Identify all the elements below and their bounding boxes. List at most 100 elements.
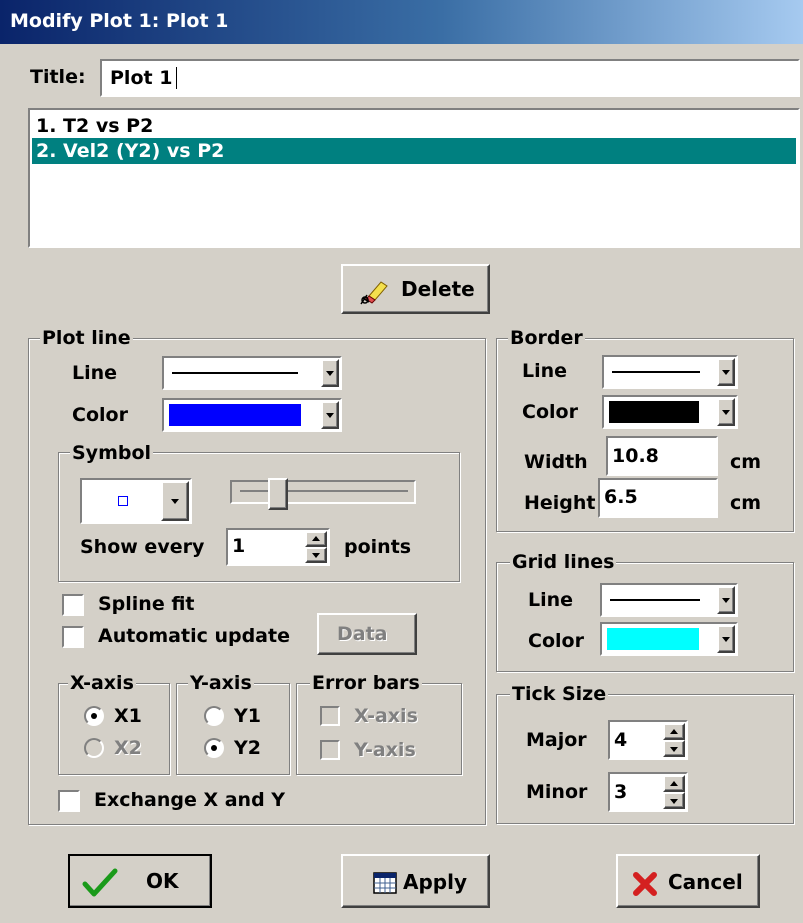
- stepper-up-button[interactable]: [305, 531, 327, 547]
- chevron-down-icon: [326, 413, 334, 418]
- error-x-checkbox[interactable]: [320, 706, 340, 726]
- x-axis-legend: X-axis: [68, 672, 136, 694]
- slider-track: [240, 490, 408, 492]
- plot-list[interactable]: 1. T2 vs P2 2. Vel2 (Y2) vs P2: [28, 108, 800, 248]
- delete-button-label: Delete: [401, 277, 475, 301]
- tick-major-stepper[interactable]: 4: [608, 720, 688, 760]
- chevron-down-icon: [670, 746, 678, 752]
- dropdown-button[interactable]: [717, 398, 735, 426]
- show-every-value: 1: [232, 535, 246, 557]
- x2-radio[interactable]: [84, 738, 104, 758]
- symbol-select[interactable]: [80, 478, 192, 524]
- plot-line-line-label: Line: [72, 362, 118, 384]
- chevron-down-icon: [670, 798, 678, 804]
- chevron-down-icon: [722, 637, 730, 642]
- x2-label: X2: [114, 737, 142, 759]
- grid-line-label: Line: [528, 589, 574, 611]
- plot-line-style-select[interactable]: [162, 356, 342, 390]
- checkmark-icon: [82, 868, 118, 897]
- line-style-preview: [610, 599, 700, 601]
- border-height-label: Height: [524, 492, 596, 514]
- symbol-legend: Symbol: [70, 442, 154, 464]
- border-color-select[interactable]: [602, 395, 738, 429]
- dropdown-button[interactable]: [321, 401, 339, 429]
- points-label: points: [344, 536, 412, 558]
- calendar-icon: [373, 872, 397, 894]
- cancel-button[interactable]: Cancel: [616, 854, 760, 908]
- radio-dot: [211, 745, 217, 751]
- grid-line-select[interactable]: [600, 583, 738, 617]
- y1-radio[interactable]: [204, 706, 224, 726]
- y2-radio[interactable]: [204, 738, 224, 758]
- border-width-input[interactable]: 10.8: [606, 436, 718, 476]
- line-style-preview: [612, 371, 700, 373]
- chevron-up-icon: [670, 780, 678, 786]
- list-item-label: 2. Vel2 (Y2) vs P2: [36, 140, 225, 162]
- line-style-preview: [172, 372, 298, 374]
- stepper-down-button[interactable]: [663, 740, 685, 757]
- list-item-label: 1. T2 vs P2: [36, 115, 154, 137]
- y-axis-group: [176, 683, 290, 775]
- list-item[interactable]: 1. T2 vs P2: [32, 114, 796, 138]
- chevron-up-icon: [312, 536, 320, 541]
- slider-thumb[interactable]: [268, 478, 288, 510]
- show-every-stepper[interactable]: 1: [226, 528, 330, 566]
- title-input[interactable]: Plot 1: [100, 59, 800, 97]
- exchange-xy-label: Exchange X and Y: [94, 789, 286, 811]
- error-y-checkbox[interactable]: [320, 740, 340, 760]
- border-legend: Border: [508, 327, 585, 349]
- title-label: Title:: [30, 66, 86, 88]
- border-width-unit: cm: [730, 451, 762, 473]
- list-item-selected[interactable]: 2. Vel2 (Y2) vs P2: [32, 138, 796, 164]
- tick-major-label: Major: [526, 729, 587, 751]
- apply-button[interactable]: Apply: [341, 854, 490, 908]
- automatic-update-checkbox[interactable]: [62, 626, 84, 648]
- ok-button-label: OK: [146, 869, 179, 893]
- tick-size-legend: Tick Size: [510, 683, 609, 705]
- data-button-label: Data: [337, 623, 388, 645]
- chevron-down-icon: [722, 410, 730, 415]
- tick-major-value: 4: [614, 729, 628, 751]
- tick-minor-stepper[interactable]: 3: [608, 772, 688, 812]
- dropdown-button[interactable]: [321, 359, 339, 387]
- dropdown-button[interactable]: [717, 358, 735, 386]
- data-button[interactable]: Data: [317, 613, 417, 655]
- border-height-value: 6.5: [604, 486, 638, 508]
- dropdown-button[interactable]: [161, 481, 189, 521]
- error-bars-legend: Error bars: [310, 672, 422, 694]
- dropdown-button[interactable]: [717, 625, 735, 653]
- dropdown-button[interactable]: [717, 586, 735, 614]
- border-height-input[interactable]: 6.5: [598, 478, 718, 518]
- x1-label: X1: [114, 705, 142, 727]
- grid-color-select[interactable]: [600, 622, 738, 656]
- delete-button[interactable]: Delete: [341, 264, 490, 314]
- x-axis-group: [58, 683, 170, 775]
- border-width-value: 10.8: [612, 445, 659, 467]
- stepper-up-button[interactable]: [663, 775, 685, 792]
- color-swatch: [169, 404, 301, 426]
- chevron-down-icon: [312, 553, 320, 558]
- tick-minor-value: 3: [614, 781, 628, 803]
- stepper-up-button[interactable]: [663, 723, 685, 740]
- title-bar: Modify Plot 1: Plot 1: [0, 0, 803, 44]
- stepper-down-button[interactable]: [305, 547, 327, 563]
- title-input-value: Plot 1: [110, 67, 173, 89]
- chevron-down-icon: [171, 499, 179, 504]
- radio-dot: [91, 713, 97, 719]
- chevron-down-icon: [722, 370, 730, 375]
- border-line-select[interactable]: [602, 355, 738, 389]
- color-swatch: [609, 401, 699, 423]
- grid-lines-legend: Grid lines: [510, 551, 617, 573]
- error-x-label: X-axis: [354, 705, 418, 727]
- exchange-xy-checkbox[interactable]: [58, 790, 80, 812]
- spline-fit-checkbox[interactable]: [62, 594, 84, 616]
- stepper-down-button[interactable]: [663, 792, 685, 809]
- square-symbol-icon: [118, 496, 128, 506]
- color-swatch: [607, 628, 699, 650]
- symbol-size-slider[interactable]: [230, 480, 416, 504]
- plot-line-color-select[interactable]: [162, 398, 342, 432]
- x1-radio[interactable]: [84, 706, 104, 726]
- window-title: Modify Plot 1: Plot 1: [10, 10, 229, 32]
- grid-color-label: Color: [528, 630, 584, 652]
- ok-button[interactable]: OK: [68, 854, 212, 908]
